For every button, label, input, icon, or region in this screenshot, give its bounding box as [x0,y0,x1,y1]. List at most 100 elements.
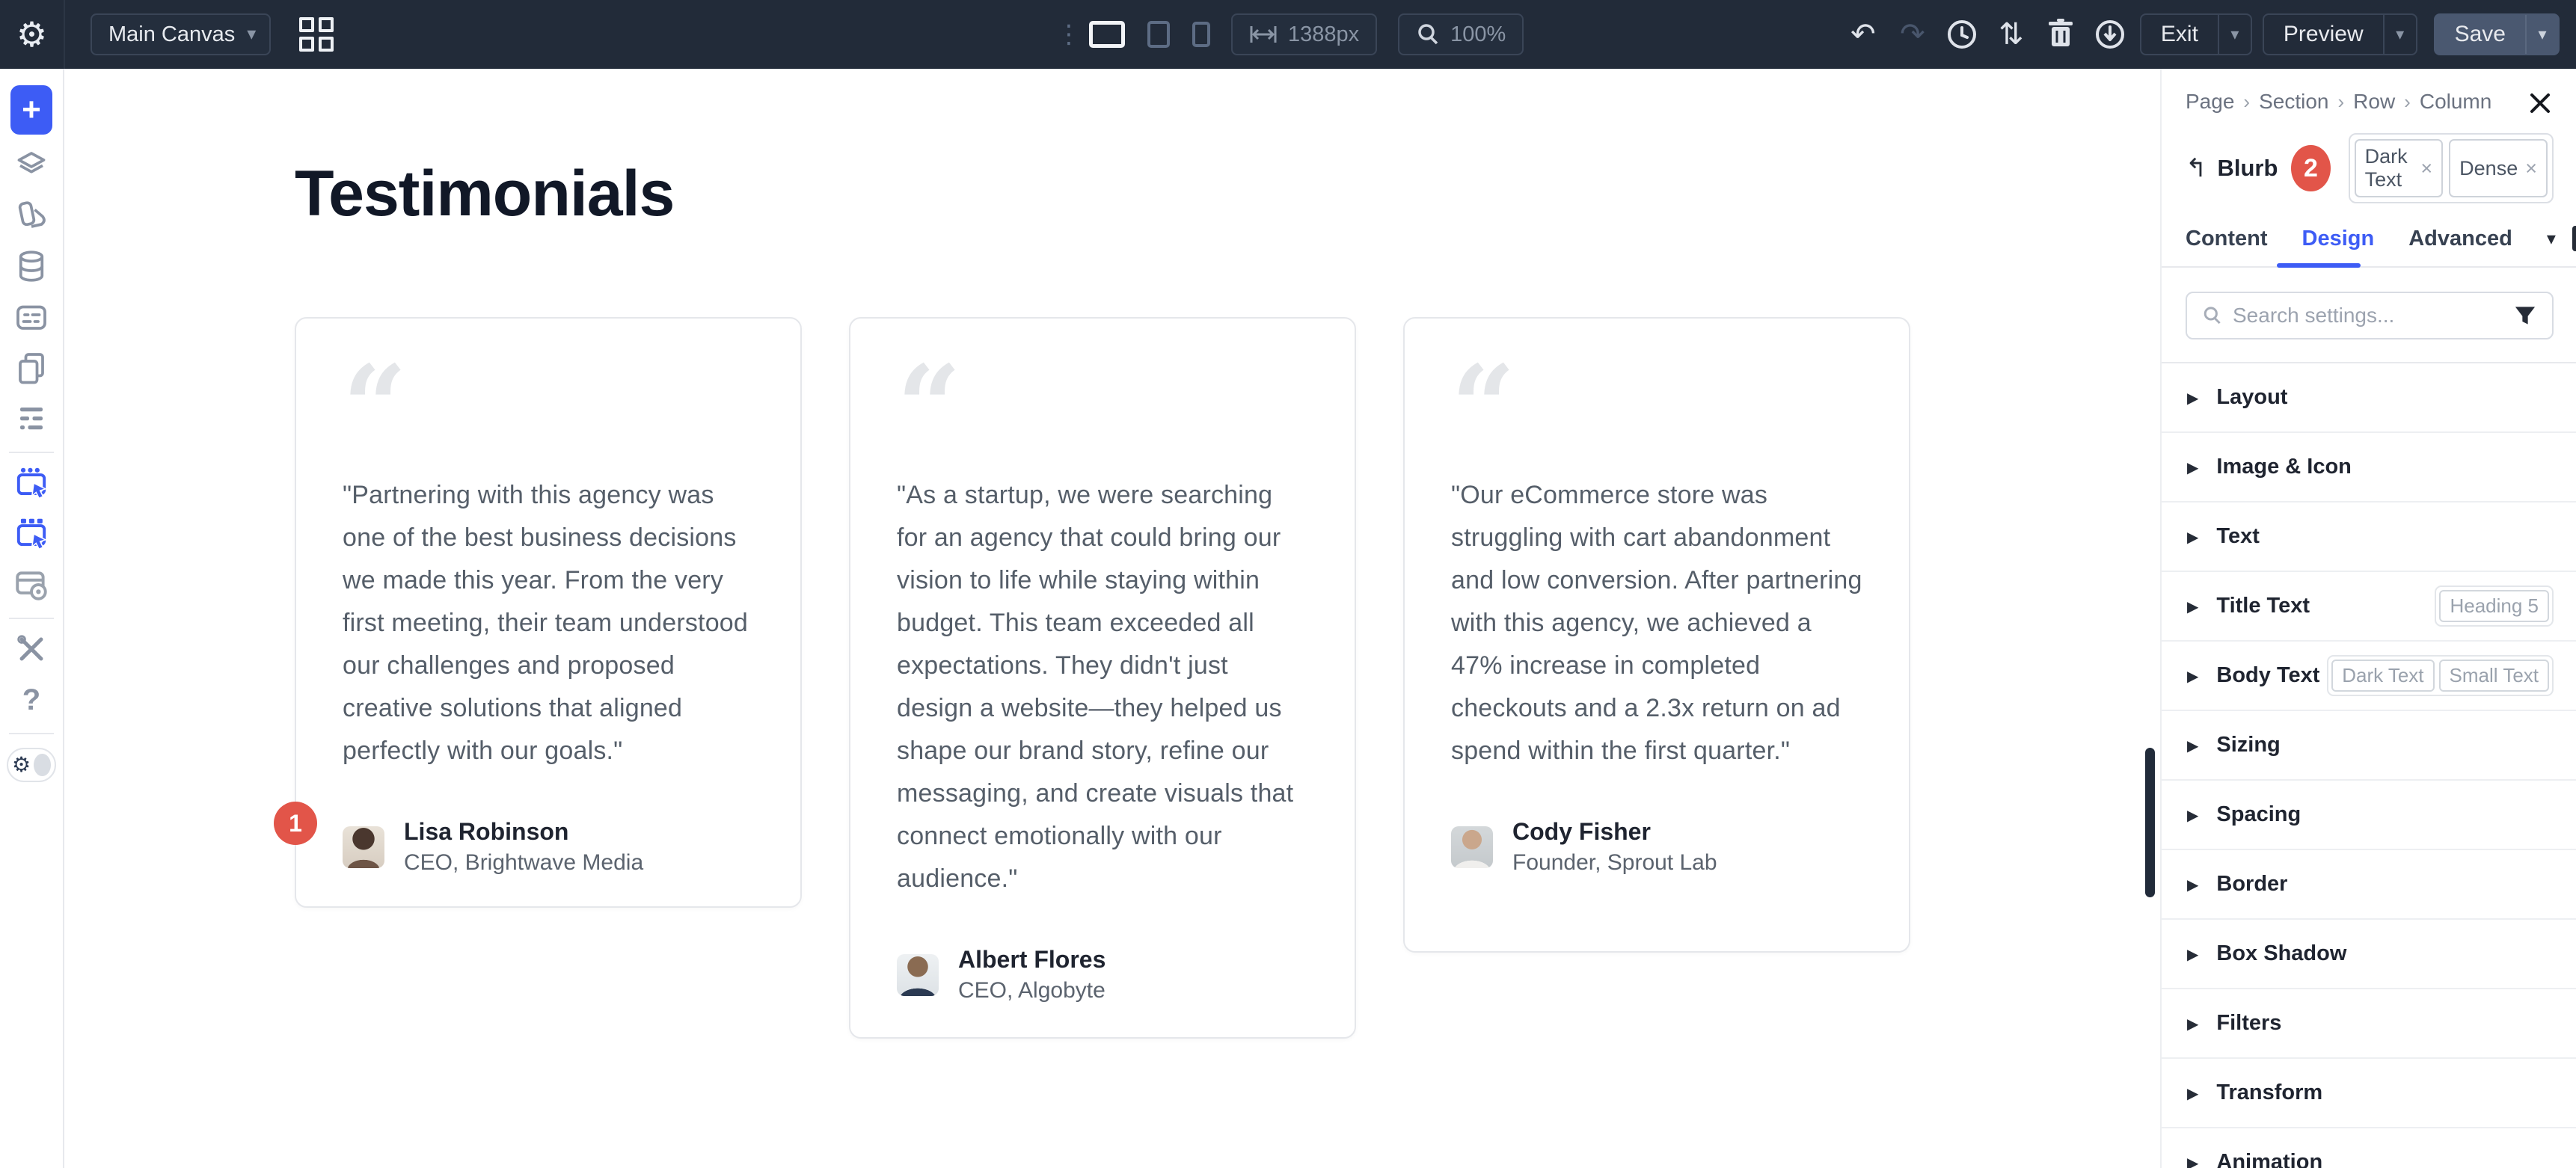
canvas-selector-dropdown[interactable]: Main Canvas ▾ [91,13,271,55]
section-sizing[interactable]: ▶ Sizing [2162,711,2576,781]
search-input[interactable] [2233,304,2503,328]
caret-right-icon: ▶ [2187,806,2198,824]
page-structure-button[interactable] [10,398,52,440]
author-name[interactable]: Cody Fisher [1512,816,1717,848]
testimonial-card-3[interactable]: “ "Our eCommerce store was struggling wi… [1403,317,1910,953]
trash-can-icon [2046,18,2076,51]
module-count-badge[interactable]: 2 [2291,145,2330,191]
exit-button[interactable]: Exit ▾ [2140,13,2252,55]
layouts-grid-button[interactable] [299,17,334,52]
app-window: ⚙ Main Canvas ▾ ⋮ [0,0,2576,1168]
module-number-badge[interactable]: 1 [274,802,317,845]
preset-tag-dense[interactable]: Dense × [2449,139,2548,197]
section-body-text[interactable]: ▶ Body Text Dark Text Small Text [2162,642,2576,711]
save-dropdown-toggle[interactable]: ▾ [2525,15,2558,54]
testimonial-quote[interactable]: "As a startup, we were searching for an … [897,474,1308,900]
section-label: Filters [2216,1011,2281,1036]
section-filters[interactable]: ▶ Filters [2162,989,2576,1059]
design-presets-button[interactable] [10,194,52,236]
history-icon[interactable] [1942,15,1981,54]
desktop-view-button[interactable] [1089,21,1125,48]
hover-mode-button[interactable] [10,513,52,555]
breadcrumb-page[interactable]: Page [2186,90,2234,114]
shortcuts-button[interactable] [10,296,52,338]
settings-theme-toggle[interactable]: ⚙ [7,748,56,782]
testimonial-card-1[interactable]: 1 “ "Partnering with this agency was one… [295,317,802,908]
chevron-down-icon: ▾ [247,25,256,43]
redo-icon[interactable]: ↷ [1893,15,1932,54]
section-box-shadow[interactable]: ▶ Box Shadow [2162,920,2576,989]
grid-icon [299,17,314,32]
builder-settings-button[interactable]: ⚙ [0,17,64,52]
author-name[interactable]: Albert Flores [958,944,1105,976]
help-button[interactable]: ? [10,679,52,721]
more-options-icon[interactable]: ⋮ [1056,27,1068,42]
testimonial-card-2[interactable]: “ "As a startup, we were searching for a… [849,317,1356,1039]
sidebar-divider [9,733,54,734]
testimonial-quote[interactable]: "Partnering with this agency was one of … [343,474,754,772]
breadcrumb-section[interactable]: Section [2259,90,2328,114]
browser-cursor-alt-icon [13,515,50,553]
trash-icon[interactable] [2041,15,2080,54]
section-transform[interactable]: ▶ Transform [2162,1059,2576,1128]
author-name[interactable]: Lisa Robinson [404,816,643,848]
save-button-label: Save [2435,22,2525,47]
section-image-icon[interactable]: ▶ Image & Icon [2162,433,2576,502]
settings-search[interactable] [2186,292,2554,339]
avatar [897,954,939,996]
preset-tag-dark-text[interactable]: Dark Text × [2355,139,2444,197]
testimonials-heading[interactable]: Testimonials [295,157,674,231]
global-data-button[interactable] [10,245,52,287]
save-button[interactable]: Save ▾ [2434,13,2560,55]
portability-icon[interactable] [2091,15,2129,54]
canvas-zoom-input[interactable]: 100% [1398,13,1524,55]
filter-funnel-icon[interactable] [2513,304,2537,328]
preview-mode-button[interactable] [10,564,52,606]
tab-advanced[interactable]: Advanced [2408,227,2512,251]
copy-styles-button[interactable] [10,347,52,389]
tablet-view-button[interactable] [1147,21,1170,48]
canvas-width-input[interactable]: 1388px [1231,13,1377,55]
remove-tag-icon[interactable]: × [2525,157,2537,180]
author-role[interactable]: CEO, Algobyte [958,976,1105,1006]
layers-order-icon[interactable]: ⇅ [1992,15,2031,54]
section-text[interactable]: ▶ Text [2162,502,2576,572]
back-arrow-icon[interactable]: ↰ [2186,156,2207,181]
section-badge[interactable]: Heading 5 [2439,590,2549,622]
tools-button[interactable] [10,628,52,670]
quote-icon: “ [343,362,754,444]
phone-view-button[interactable] [1192,22,1210,47]
tab-content[interactable]: Content [2186,227,2268,251]
add-module-button[interactable]: + [10,85,52,135]
breadcrumb-column[interactable]: Column [2420,90,2491,114]
section-label: Spacing [2216,802,2301,827]
click-mode-button[interactable] [10,462,52,504]
preview-dropdown-toggle[interactable]: ▾ [2383,15,2416,54]
testimonial-quote[interactable]: "Our eCommerce store was struggling with… [1451,474,1862,772]
author-role[interactable]: CEO, Brightwave Media [404,848,643,879]
panel-scrollbar[interactable] [2145,748,2155,897]
section-animation[interactable]: ▶ Animation [2162,1128,2576,1168]
section-title-text[interactable]: ▶ Title Text Heading 5 [2162,572,2576,642]
desktop-responsive-icon[interactable] [2572,226,2576,251]
toggle-knob [34,754,51,776]
chevron-down-icon[interactable]: ▾ [2547,228,2556,250]
top-toolbar: ⚙ Main Canvas ▾ ⋮ [0,0,2576,69]
builder-canvas[interactable]: Testimonials 1 “ "Partnering with this a… [64,69,2147,1168]
author-role[interactable]: Founder, Sprout Lab [1512,848,1717,879]
tab-design[interactable]: Design [2302,227,2375,251]
breadcrumb-row[interactable]: Row [2353,90,2395,114]
section-badges: Dark Text Small Text [2327,655,2554,696]
section-layout[interactable]: ▶ Layout [2162,363,2576,433]
section-border[interactable]: ▶ Border [2162,850,2576,920]
layers-panel-button[interactable] [10,144,52,185]
remove-tag-icon[interactable]: × [2420,157,2432,180]
section-badge[interactable]: Dark Text [2331,660,2434,692]
undo-icon[interactable]: ↶ [1844,15,1883,54]
panel-close-button[interactable] [2524,87,2557,120]
preview-button[interactable]: Preview ▾ [2263,13,2417,55]
section-label: Text [2216,524,2259,549]
exit-dropdown-toggle[interactable]: ▾ [2218,15,2251,54]
section-badge[interactable]: Small Text [2439,660,2549,692]
section-spacing[interactable]: ▶ Spacing [2162,781,2576,850]
